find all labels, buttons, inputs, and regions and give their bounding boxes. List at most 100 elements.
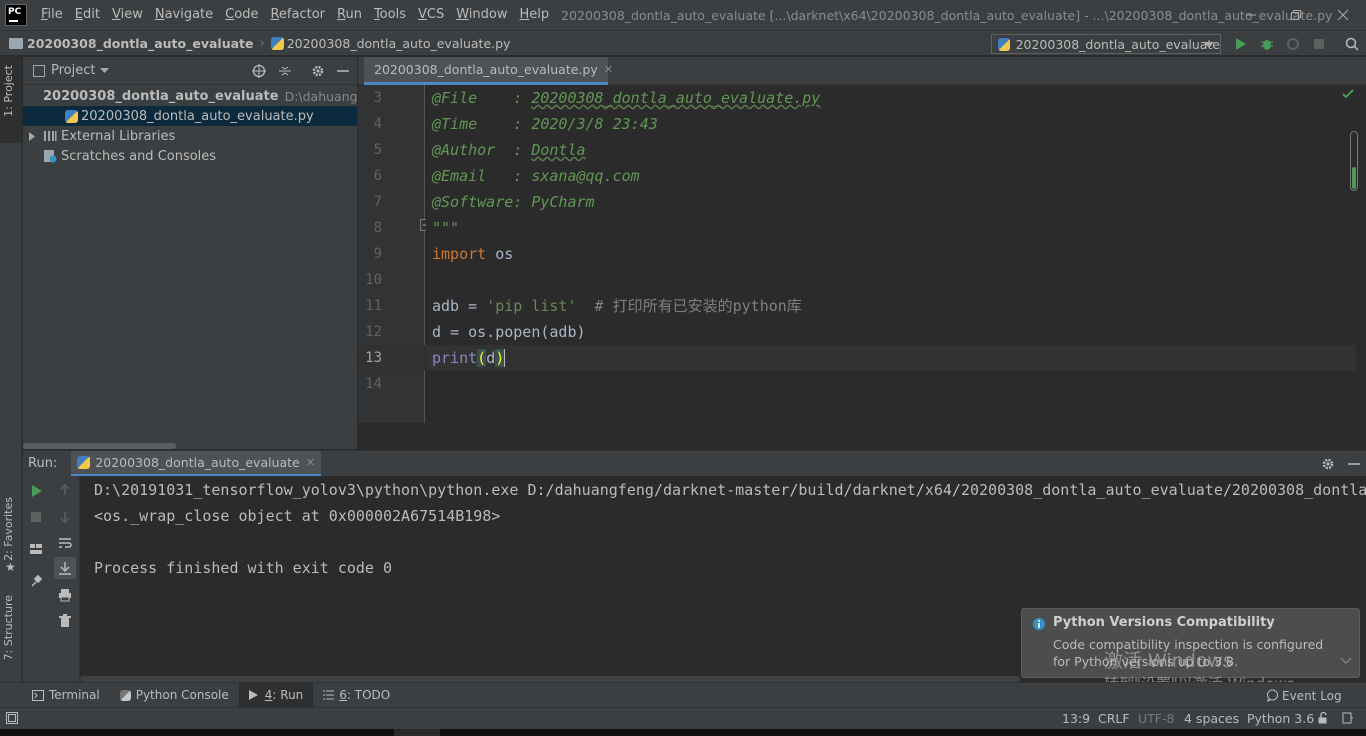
- run-button[interactable]: [1232, 35, 1250, 53]
- tool-tab-todo[interactable]: 6: TODO: [313, 683, 400, 708]
- chevron-down-icon: [1204, 42, 1214, 48]
- tree-item-project-root[interactable]: 20200308_dontla_auto_evaluate D:\dahuang…: [23, 86, 357, 106]
- expand-arrow-icon[interactable]: [29, 131, 35, 141]
- editor-tab-label: 20200308_dontla_auto_evaluate.py: [374, 62, 598, 77]
- menu-code[interactable]: Code: [219, 0, 264, 30]
- status-bar: 13:9 CRLF UTF-8 4 spaces Python 3.6: [0, 707, 1366, 729]
- memory-indicator-icon[interactable]: [1342, 712, 1354, 724]
- rerun-icon[interactable]: [31, 484, 43, 498]
- arrow-down-icon[interactable]: [59, 511, 71, 523]
- print-icon[interactable]: [58, 588, 72, 602]
- docstring-value: PyCharm: [531, 193, 595, 211]
- menu-help[interactable]: Help: [514, 0, 556, 30]
- tool-tab-run[interactable]: 4: Run: [238, 682, 314, 708]
- menu-file[interactable]: File: [35, 0, 69, 30]
- menu-run[interactable]: Run: [331, 0, 368, 30]
- line-number: 8: [373, 220, 382, 236]
- scroll-position-marker: [1352, 167, 1356, 189]
- docstring-end: """: [432, 219, 460, 237]
- tree-item-external-libraries[interactable]: External Libraries: [23, 126, 357, 146]
- minimize-button[interactable]: [1228, 0, 1274, 30]
- project-hscroll-thumb[interactable]: [23, 443, 176, 449]
- run-panel-label: Run:: [28, 456, 58, 471]
- run-tab-label: 20200308_dontla_auto_evaluate: [95, 454, 300, 470]
- search-everywhere-button[interactable]: [1343, 35, 1361, 53]
- tool-tab-project[interactable]: 1: Project: [2, 65, 15, 117]
- run-configuration-select[interactable]: 20200308_dontla_auto_evaluate: [991, 34, 1221, 54]
- collapse-all-icon[interactable]: [278, 64, 292, 78]
- gear-icon[interactable]: [311, 64, 325, 78]
- menu-tools[interactable]: Tools: [368, 0, 412, 30]
- event-log-button[interactable]: Event Log: [1266, 683, 1342, 708]
- menu-edit[interactable]: Edit: [69, 0, 106, 30]
- tool-tab-structure[interactable]: 7: Structure: [2, 595, 15, 660]
- restore-layout-icon[interactable]: [30, 543, 42, 555]
- menu-vcs[interactable]: VCS: [412, 0, 450, 30]
- tool-tab-python-console[interactable]: Python Console: [110, 683, 239, 708]
- soft-wrap-icon[interactable]: [58, 537, 72, 549]
- matched-brace: (: [477, 349, 487, 367]
- hide-panel-icon[interactable]: [1348, 458, 1360, 470]
- inspection-ok-checkmark-icon[interactable]: [1342, 89, 1354, 99]
- tree-file-name: 20200308_dontla_auto_evaluate.py: [81, 108, 314, 124]
- line-number: 5: [373, 142, 382, 158]
- scratches-icon: [44, 150, 57, 163]
- menu-view[interactable]: View: [106, 0, 149, 30]
- locate-file-icon[interactable]: [251, 63, 267, 79]
- docstring-value: 20200308_dontla_auto_evaluate.py: [531, 89, 821, 107]
- breadcrumb-separator-icon: ›: [259, 35, 265, 51]
- stop-icon[interactable]: [30, 511, 42, 523]
- event-log-icon: [1267, 689, 1278, 702]
- chevron-down-icon[interactable]: [1340, 657, 1352, 665]
- arrow-up-icon[interactable]: [59, 484, 71, 496]
- keyword-import: import: [432, 245, 487, 263]
- file-encoding[interactable]: UTF-8: [1138, 711, 1174, 726]
- indent-setting[interactable]: 4 spaces: [1184, 711, 1239, 726]
- caret-position[interactable]: 13:9: [1062, 711, 1090, 726]
- editor-tab-bar: 20200308_dontla_auto_evaluate.py ✕: [358, 57, 1366, 85]
- code-editor[interactable]: @File : 20200308_dontla_auto_evaluate.py…: [426, 85, 1358, 423]
- chevron-down-icon[interactable]: [100, 68, 110, 73]
- tool-tab-label: : TODO: [346, 688, 391, 702]
- tree-item-python-file[interactable]: 20200308_dontla_auto_evaluate.py: [23, 106, 357, 126]
- line-number: 4: [373, 116, 382, 132]
- docstring-key: @Time :: [432, 115, 532, 133]
- library-icon: [44, 131, 57, 141]
- project-panel-title[interactable]: Project: [51, 63, 95, 78]
- editor-tab-active[interactable]: 20200308_dontla_auto_evaluate.py ✕: [364, 57, 613, 85]
- editor-gutter: 3 4 5 6 7 8 9 10 11 12 13 14: [358, 85, 430, 423]
- pin-icon[interactable]: [30, 575, 42, 587]
- python-interpreter[interactable]: Python 3.6: [1247, 711, 1314, 726]
- coverage-button[interactable]: [1284, 35, 1302, 53]
- run-panel-header: Run: 20200308_dontla_auto_evaluate ✕: [23, 450, 1366, 477]
- breadcrumb-project[interactable]: 20200308_dontla_auto_evaluate: [27, 36, 254, 51]
- restore-button[interactable]: [1273, 0, 1319, 30]
- debug-button[interactable]: [1258, 35, 1276, 53]
- title-bar: PC File Edit View Navigate Code Refactor…: [0, 0, 1366, 30]
- tool-tab-favorites[interactable]: 2: Favorites: [2, 497, 15, 561]
- menu-navigate[interactable]: Navigate: [149, 0, 219, 30]
- unlock-icon[interactable]: [1318, 712, 1329, 724]
- taskbar-active-app[interactable]: [394, 729, 440, 736]
- tree-item-scratches[interactable]: Scratches and Consoles: [23, 146, 357, 166]
- stop-button[interactable]: [1310, 35, 1328, 53]
- tab-close-icon[interactable]: ✕: [604, 63, 613, 76]
- tool-tab-terminal[interactable]: Terminal: [22, 683, 110, 708]
- line-separator[interactable]: CRLF: [1098, 711, 1130, 726]
- gear-icon[interactable]: [1321, 457, 1335, 471]
- menu-window[interactable]: Window: [450, 0, 513, 30]
- editor-vscroll-thumb[interactable]: [1350, 131, 1358, 191]
- trash-icon[interactable]: [59, 614, 71, 628]
- close-button[interactable]: [1320, 0, 1366, 30]
- event-log-label: Event Log: [1282, 688, 1342, 703]
- os-taskbar-strip: [0, 729, 1366, 736]
- scroll-to-end-button[interactable]: [54, 557, 76, 579]
- menu-refactor[interactable]: Refactor: [264, 0, 331, 30]
- watermark-line: 激活 Windows: [1104, 650, 1233, 672]
- tool-tab-number: 6: [339, 688, 347, 702]
- hide-panel-icon[interactable]: [337, 65, 349, 77]
- breadcrumb-file[interactable]: 20200308_dontla_auto_evaluate.py: [287, 36, 511, 51]
- toggle-tool-windows-icon[interactable]: [6, 712, 18, 724]
- tab-close-icon[interactable]: ✕: [306, 456, 315, 469]
- run-tab[interactable]: 20200308_dontla_auto_evaluate ✕: [71, 450, 321, 477]
